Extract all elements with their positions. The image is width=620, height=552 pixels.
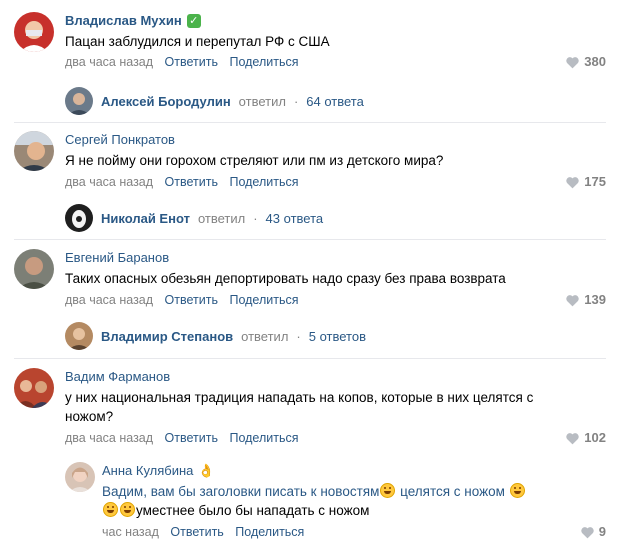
avatar <box>65 204 93 232</box>
reply-action: ответил <box>238 93 286 109</box>
grinning-face-icon <box>509 483 525 498</box>
like-count: 9 <box>598 524 606 539</box>
grinning-face-icon <box>103 502 118 517</box>
comment: Сергей Понкратов Я не пойму они горохом … <box>14 131 606 199</box>
heart-icon <box>566 176 580 188</box>
comments-thread: Владислав Мухин ✓ Пацан заблудился и пер… <box>0 0 620 552</box>
reply-author[interactable]: Алексей Бородулин <box>101 94 231 109</box>
avatar[interactable] <box>14 131 54 171</box>
reply-count[interactable]: 64 ответа <box>306 94 364 109</box>
reply-author[interactable]: Владимир Степанов <box>101 329 233 344</box>
like-button[interactable]: 9 <box>580 524 606 540</box>
reply-action: ответил <box>197 210 246 226</box>
replies-thread-link[interactable]: Николай Енот ответил · 43 ответа <box>65 204 606 232</box>
comment-author[interactable]: Вадим Фарманов <box>65 368 170 386</box>
reply-author[interactable]: Николай Енот <box>101 211 190 226</box>
replies-thread-link[interactable]: Владимир Степанов ответил · 5 ответов <box>65 322 606 350</box>
share-button[interactable]: Поделиться <box>229 55 298 69</box>
comment-time[interactable]: два часа назад <box>65 293 153 307</box>
divider <box>14 239 606 240</box>
nested-reply: Анна Кулябина 👌 Вадим, вам бы заголовки … <box>65 462 606 546</box>
like-count: 380 <box>584 54 606 69</box>
comment-text: Вадим, вам бы заголовки писать к новостя… <box>102 482 606 520</box>
dot-separator: · <box>296 328 301 344</box>
comment-text: Пацан заблудился и перепутал РФ с США <box>65 34 330 49</box>
avatar <box>65 322 93 350</box>
comment: Вадим Фарманов у них национальная традиц… <box>14 368 606 448</box>
reply-count[interactable]: 43 ответа <box>266 211 324 226</box>
avatar[interactable] <box>14 249 54 289</box>
comment-text: у них национальная традиция нападать на … <box>65 388 606 426</box>
comment-text: Я не пойму они горохом стреляют или пм и… <box>65 153 444 168</box>
dot-separator: · <box>253 210 258 226</box>
waving-hand-icon: 👌 <box>198 463 215 478</box>
reply-action: ответил <box>241 328 289 344</box>
verified-icon: ✓ <box>186 14 201 28</box>
grinning-face-icon <box>380 483 396 498</box>
heart-icon <box>566 294 580 306</box>
comment-author[interactable]: Евгений Баранов <box>65 249 169 267</box>
avatar <box>65 87 93 115</box>
like-count: 102 <box>584 430 606 445</box>
comment-author[interactable]: Владислав Мухин <box>65 12 182 30</box>
replies-thread-link[interactable]: Алексей Бородулин ответил · 64 ответа <box>65 87 606 115</box>
share-button[interactable]: Поделиться <box>229 293 298 307</box>
divider <box>14 358 606 359</box>
reply-button[interactable]: Ответить <box>165 55 218 69</box>
comment-text: Таких опасных обезьян депортировать надо… <box>65 271 506 286</box>
comment-time[interactable]: два часа назад <box>65 175 153 189</box>
comment-author[interactable]: Анна Кулябина <box>102 462 193 480</box>
reply-button[interactable]: Ответить <box>170 525 223 539</box>
avatar[interactable] <box>14 368 54 408</box>
like-count: 175 <box>584 174 606 189</box>
like-count: 139 <box>584 292 606 307</box>
like-button[interactable]: 175 <box>565 174 606 190</box>
heart-icon <box>566 432 580 444</box>
dot-separator: · <box>293 93 299 109</box>
avatar[interactable] <box>14 12 54 52</box>
comment: Евгений Баранов Таких опасных обезьян де… <box>14 249 606 317</box>
share-button[interactable]: Поделиться <box>229 431 298 445</box>
reply-button[interactable]: Ответить <box>165 431 218 445</box>
reply-button[interactable]: Ответить <box>165 175 218 189</box>
comment-author[interactable]: Сергей Понкратов <box>65 131 175 149</box>
comment-time[interactable]: час назад <box>102 525 159 539</box>
comment-time[interactable]: два часа назад <box>65 431 153 445</box>
reply-count[interactable]: 5 ответов <box>309 329 366 344</box>
reply-text-part: уместнее было бы нападать с ножом <box>136 503 370 518</box>
divider <box>14 122 606 123</box>
like-button[interactable]: 102 <box>565 430 606 446</box>
grinning-face-icon <box>120 502 135 517</box>
like-button[interactable]: 380 <box>565 54 606 70</box>
comment-text-line: ножом? <box>65 409 114 424</box>
reply-button[interactable]: Ответить <box>165 293 218 307</box>
share-button[interactable]: Поделиться <box>229 175 298 189</box>
comment-text-line: у них национальная традиция нападать на … <box>65 390 534 405</box>
heart-icon <box>566 56 580 68</box>
share-button[interactable]: Поделиться <box>235 525 304 539</box>
reply-text-part: целятся с ножом <box>396 484 509 499</box>
heart-icon <box>581 526 594 538</box>
avatar[interactable] <box>65 462 95 492</box>
reply-text-part: Вадим, вам бы заголовки писать к новостя… <box>102 484 380 499</box>
like-button[interactable]: 139 <box>565 292 606 308</box>
comment-time[interactable]: два часа назад <box>65 55 153 69</box>
comment: Владислав Мухин ✓ Пацан заблудился и пер… <box>14 12 606 80</box>
